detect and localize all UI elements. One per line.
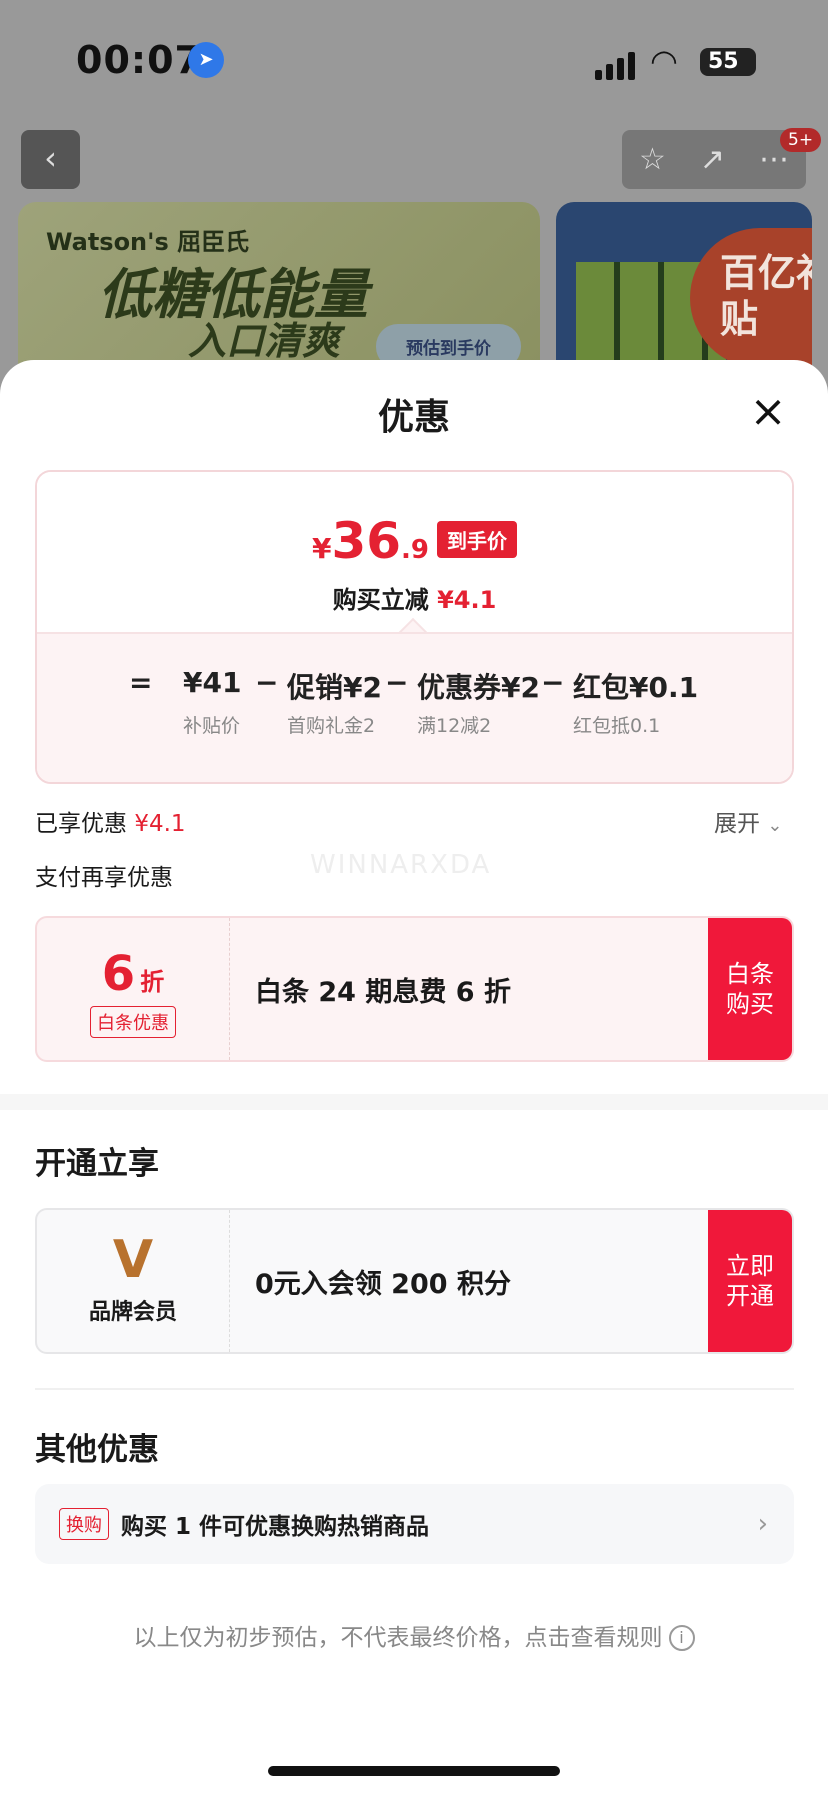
reduce-value: ¥4.1 [437,586,497,614]
baitiao-buy-button[interactable]: 白条 购买 [708,918,792,1060]
watermark: WINNARXDA [310,850,492,880]
location-arrow-icon: ➤ [188,42,224,78]
swap-text: 购买 1 件可优惠换购热销商品 [121,1514,430,1540]
chevron-down-icon: ⌄ [767,815,783,836]
enjoyed-value: ¥4.1 [134,811,186,837]
member-name: 品牌会员 [88,1300,177,1325]
enjoyed-discount: 已享优惠 ¥4.1 [35,804,186,838]
member-offer-card: V 品牌会员 0元入会领 200 积分 立即 开通 [35,1208,794,1354]
baitiao-offer-card: 6 折 白条优惠 白条 24 期息费 6 折 白条 购买 [35,916,794,1062]
top-actions-bar: ☆ ↗ ⋯ [622,130,806,189]
info-icon: i [668,1625,695,1651]
swap-offer-row[interactable]: 换购 购买 1 件可优惠换购热销商品 › [35,1484,794,1564]
price-breakdown-card: ¥36.9 到手价 购买立减 ¥4.1 = ¥41 补贴价 − 促销¥2 首购礼金… [35,470,794,784]
baitiao-buy-label: 白条 购买 [726,960,774,1018]
net-price-tag: 到手价 [437,521,518,558]
home-indicator [268,1766,560,1776]
calc-value: 红包¥0.1 [573,671,699,704]
rules-note-text: 以上仅为初步预估，不代表最终价格，点击查看规则 [133,1625,663,1651]
status-time: 00:07 [76,38,202,82]
calc-row: = ¥41 补贴价 − 促销¥2 首购礼金2 − 优惠券¥2 满12减2 − 红… [37,632,792,782]
calc-op: − [541,666,565,699]
reduce-label: 购买立减 [332,586,429,614]
discount-unit: 折 [140,968,165,996]
calc-value: 促销¥2 [287,671,382,704]
final-price: ¥36.9 到手价 [37,512,792,570]
calc-desc: 补贴价 [183,715,241,737]
calc-value: 优惠券¥2 [417,671,540,704]
pay-more-title: 支付再享优惠 [35,865,173,891]
baitiao-tag: 白条优惠 [90,1006,176,1038]
price-integer: 36 [331,512,402,570]
member-desc: 0元入会领 200 积分 [255,1268,511,1300]
currency-symbol: ¥ [311,532,332,565]
open-member-button[interactable]: 立即 开通 [708,1210,792,1352]
sheet-title: 优惠 [377,397,450,438]
purchase-reduction: 购买立减 ¥4.1 [37,580,792,615]
open-section-title: 开通立享 [35,1146,159,1182]
brand-member: V 品牌会员 [37,1210,230,1352]
share-icon[interactable]: ↗ [700,142,725,177]
other-section-title: 其他优惠 [35,1432,159,1468]
section-divider [0,1094,828,1110]
open-member-label: 立即 开通 [726,1252,774,1310]
rules-note[interactable]: 以上仅为初步预估，不代表最终价格，点击查看规则 i [0,1618,828,1652]
discount-sheet: 优惠 × ¥36.9 到手价 购买立减 ¥4.1 = ¥41 补贴价 − 促销¥2… [0,360,828,1796]
enjoyed-label: 已享优惠 [35,811,127,837]
background-page: 00:07 ➤ ◠ 55 ‹ ☆ ↗ ⋯ 5+ Watson's 屈臣氏 低糖低… [0,0,828,402]
baitiao-desc: 白条 24 期息费 6 折 [255,976,511,1008]
back-button[interactable]: ‹ [21,130,80,189]
baitiao-discount: 6 折 白条优惠 [37,918,230,1060]
expand-button[interactable]: 展开 ⌄ [714,804,782,838]
wifi-icon: ◠ [650,42,678,80]
thin-divider [35,1388,794,1390]
calc-op: = [129,666,153,699]
notification-badge: 5+ [780,128,822,152]
swap-tag: 换购 [59,1508,109,1540]
battery-icon: 55 [700,48,756,76]
calc-desc: 满12减2 [417,715,492,737]
banner-slogan-sub: 入口清爽 [188,319,341,363]
calc-op: − [385,666,409,699]
calc-desc: 首购礼金2 [287,715,376,737]
calc-op: − [255,666,279,699]
close-icon[interactable]: × [746,390,790,436]
favorite-star-icon[interactable]: ☆ [639,142,666,177]
calc-value: ¥41 [183,666,242,699]
v-logo-icon: V [112,1230,154,1290]
price-decimal: .9 [401,535,430,565]
chevron-right-icon: › [757,1509,768,1539]
calc-desc: 红包抵0.1 [573,715,661,737]
cellular-signal-icon [595,52,639,80]
expand-label: 展开 [714,811,760,837]
discount-number: 6 [101,946,136,1002]
